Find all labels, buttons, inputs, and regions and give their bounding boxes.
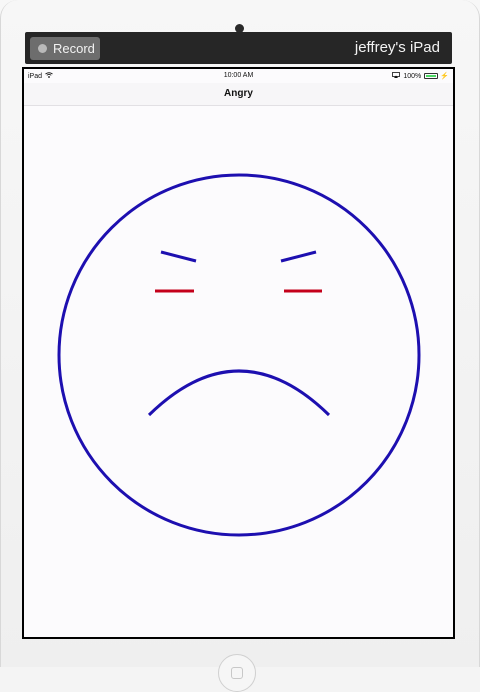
face-canvas [57, 173, 421, 537]
face-outline [57, 173, 421, 537]
home-button-square [231, 667, 243, 679]
charging-icon: ⚡ [440, 73, 449, 80]
navigation-bar: Angry [24, 83, 453, 106]
record-dot-icon [38, 44, 47, 53]
home-button[interactable] [218, 654, 256, 692]
nav-title: Angry [224, 88, 253, 99]
record-button-label: Record [53, 41, 95, 56]
record-button[interactable]: Record [30, 37, 100, 60]
device-screen: iPad 10:00 AM 100% ⚡ Angry [22, 67, 455, 639]
device-name-label: jeffrey's iPad [354, 39, 440, 56]
battery-icon [424, 73, 439, 79]
ipad-device-frame: Record jeffrey's iPad iPad 10:00 AM 100%… [0, 0, 480, 692]
battery-percent: 100% [403, 72, 422, 80]
left-eyebrow [160, 250, 197, 263]
frown-mouth [147, 369, 331, 417]
right-eyebrow [280, 250, 317, 263]
status-right: 100% ⚡ [392, 72, 449, 80]
battery-fill [426, 75, 437, 77]
status-time: 10:00 AM [223, 72, 254, 79]
airplay-icon [392, 72, 401, 80]
recording-toolbar: Record jeffrey's iPad [25, 32, 452, 64]
status-bar: iPad 10:00 AM 100% ⚡ [24, 69, 453, 83]
